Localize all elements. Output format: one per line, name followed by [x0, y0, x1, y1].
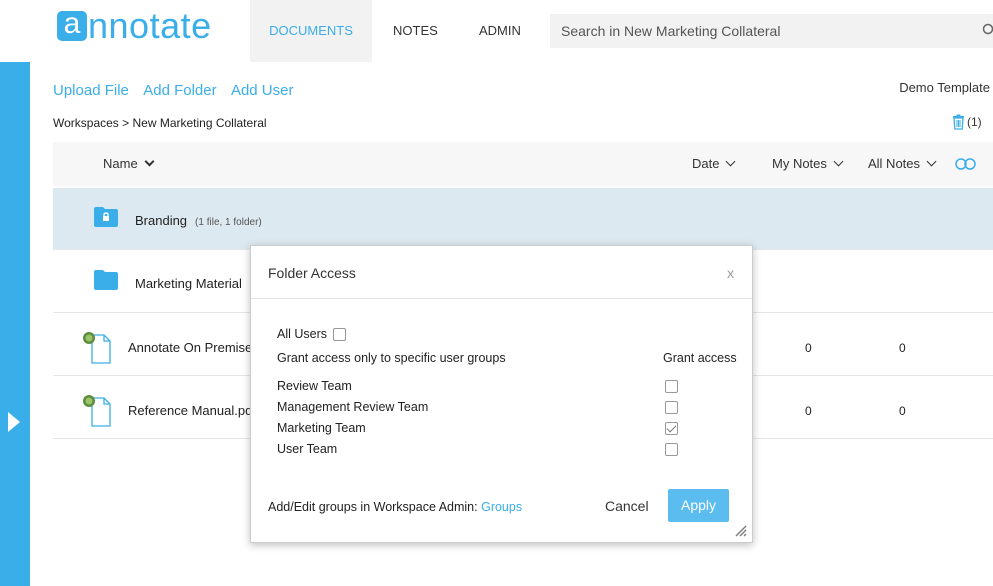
search-placeholder: Search in New Marketing Collateral	[561, 23, 781, 39]
search-icon[interactable]	[979, 23, 993, 37]
logo-text: nnotate	[88, 5, 212, 46]
apply-button[interactable]: Apply	[668, 489, 729, 522]
all-users-checkbox[interactable]	[332, 328, 346, 342]
upload-file-link[interactable]: Upload File	[53, 82, 129, 99]
all-users-label: All Users	[277, 327, 328, 341]
left-sidebar-rail[interactable]	[0, 62, 30, 586]
trash-button[interactable]: (1)	[952, 114, 982, 130]
toggle-view-icon[interactable]	[955, 158, 977, 170]
cancel-button[interactable]: Cancel	[605, 498, 649, 514]
folder-name[interactable]: Branding (1 file, 1 folder)	[135, 213, 262, 228]
group-label-user-team: User Team	[277, 442, 338, 456]
column-my-notes-header[interactable]: My Notes	[772, 156, 844, 171]
document-icon	[83, 395, 111, 427]
folder-access-dialog: Folder Access x All Users Grant access o…	[250, 245, 753, 543]
review-team-checkbox[interactable]	[665, 380, 678, 393]
group-label-marketing-team: Marketing Team	[277, 421, 366, 435]
folder-summary: (1 file, 1 folder)	[195, 217, 262, 228]
add-user-link[interactable]: Add User	[231, 82, 294, 99]
logo-letter: a	[57, 9, 87, 41]
chevron-down-icon	[833, 156, 844, 166]
file-name[interactable]: Annotate On Premise	[128, 340, 252, 355]
group-label-review-team: Review Team	[277, 379, 352, 393]
expand-arrow-icon[interactable]	[8, 412, 20, 432]
chevron-down-icon	[144, 156, 155, 166]
top-bar: a nnotate DOCUMENTS NOTES ADMIN Search i…	[0, 0, 993, 62]
management-review-team-checkbox[interactable]	[665, 401, 678, 414]
specific-groups-label: Grant access only to specific user group…	[277, 351, 506, 365]
trash-count: (1)	[967, 115, 982, 129]
locked-folder-icon	[94, 207, 118, 227]
add-folder-link[interactable]: Add Folder	[143, 82, 216, 99]
group-label-management-review-team: Management Review Team	[277, 400, 429, 414]
table-row[interactable]: Branding (1 file, 1 folder)	[53, 188, 993, 250]
table-header: Name Date My Notes All Notes	[53, 142, 993, 186]
column-date-header[interactable]: Date	[692, 156, 736, 171]
groups-admin-hint: Add/Edit groups in Workspace Admin: Grou…	[268, 500, 523, 514]
column-name-header[interactable]: Name	[103, 156, 155, 171]
tab-documents[interactable]: DOCUMENTS	[250, 0, 372, 62]
app-logo[interactable]: a nnotate	[57, 6, 212, 46]
tab-admin[interactable]: ADMIN	[479, 0, 521, 62]
my-notes-count: 0	[805, 341, 812, 355]
grant-access-header: Grant access	[663, 351, 737, 365]
folder-name[interactable]: Marketing Material	[135, 276, 242, 291]
search-input[interactable]: Search in New Marketing Collateral	[550, 14, 993, 48]
all-users-row: All Users	[277, 327, 346, 342]
close-icon[interactable]: x	[727, 265, 734, 281]
my-notes-count: 0	[805, 404, 812, 418]
template-label[interactable]: Demo Template	[899, 80, 990, 95]
action-links: Upload File Add Folder Add User	[53, 82, 304, 99]
dialog-title: Folder Access	[268, 265, 356, 281]
resize-handle-icon[interactable]	[733, 523, 747, 537]
chevron-down-icon	[726, 156, 736, 166]
marketing-team-checkbox[interactable]	[665, 422, 678, 435]
file-name[interactable]: Reference Manual.pd	[128, 403, 252, 418]
groups-link[interactable]: Groups	[481, 500, 522, 514]
trash-icon	[953, 114, 964, 130]
user-team-checkbox[interactable]	[665, 443, 678, 456]
dialog-divider	[251, 298, 752, 299]
breadcrumb[interactable]: Workspaces > New Marketing Collateral	[53, 116, 267, 130]
all-notes-count: 0	[899, 341, 906, 355]
document-icon	[83, 332, 111, 364]
chevron-down-icon	[926, 156, 937, 166]
all-notes-count: 0	[899, 404, 906, 418]
folder-icon	[94, 270, 118, 290]
column-all-notes-header[interactable]: All Notes	[868, 156, 937, 171]
tab-notes[interactable]: NOTES	[393, 0, 438, 62]
